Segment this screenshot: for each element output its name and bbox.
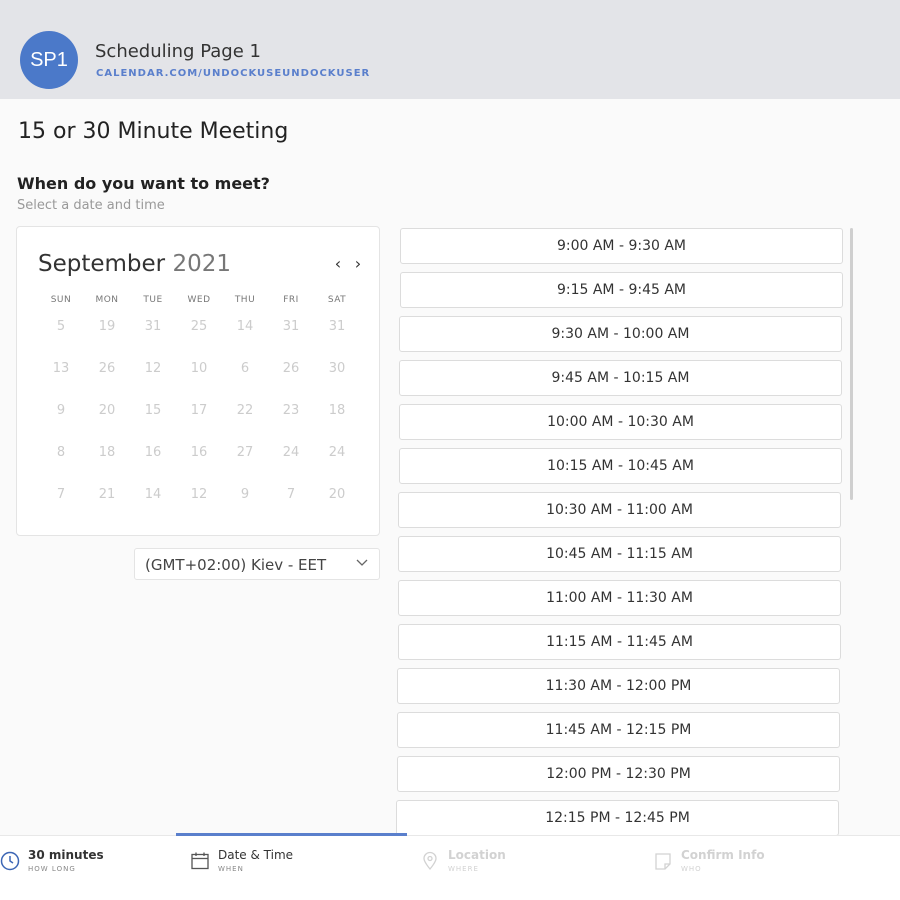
time-slot-button[interactable]: 11:30 AM - 12:00 PM xyxy=(397,668,840,704)
calendar-day: 6 xyxy=(240,361,250,376)
calendar-year: 2021 xyxy=(172,251,231,277)
calendar-day: 26 xyxy=(282,361,300,376)
weekday-label: SUN xyxy=(50,295,72,305)
calendar-day: 9 xyxy=(56,403,66,418)
calendar-day: 7 xyxy=(56,487,66,502)
calendar-day: 16 xyxy=(144,445,162,460)
when-instruction: Select a date and time xyxy=(17,198,165,213)
timezone-select[interactable]: (GMT+02:00) Kiev - EET xyxy=(134,548,380,580)
scheduling-page-url[interactable]: CALENDAR.COM/UNDOCKUSEUNDOCKUSER xyxy=(96,68,370,79)
avatar[interactable]: SP1 xyxy=(20,31,78,89)
weekday-label: WED xyxy=(187,295,211,305)
note-icon xyxy=(655,853,671,870)
time-slot-button[interactable]: 10:15 AM - 10:45 AM xyxy=(399,448,842,484)
step-label: Confirm Info xyxy=(681,848,765,862)
calendar-day: 20 xyxy=(98,403,116,418)
time-slot-button[interactable]: 12:00 PM - 12:30 PM xyxy=(397,756,840,792)
time-slot-button[interactable]: 10:45 AM - 11:15 AM xyxy=(398,536,841,572)
time-slot-button[interactable]: 9:00 AM - 9:30 AM xyxy=(400,228,843,264)
time-slot-button[interactable]: 9:15 AM - 9:45 AM xyxy=(400,272,843,308)
location-pin-icon xyxy=(423,851,437,870)
calendar-weekday-header: SUN MON TUE WED THU FRI SAT xyxy=(38,295,360,305)
time-slot-button[interactable]: 9:30 AM - 10:00 AM xyxy=(399,316,842,352)
chevron-right-icon[interactable]: › xyxy=(350,254,366,273)
calendar-day: 21 xyxy=(98,487,116,502)
calendar-month: September xyxy=(38,251,166,277)
calendar-day: 15 xyxy=(144,403,162,418)
chevron-left-icon[interactable]: ‹ xyxy=(330,254,346,273)
time-slot-button[interactable]: 11:00 AM - 11:30 AM xyxy=(398,580,841,616)
calendar-day: 22 xyxy=(236,403,254,418)
step-progress-bar: 30 minutes HOW LONG Date & Time WHEN Loc… xyxy=(0,833,900,900)
step-sublabel: WHEN xyxy=(218,865,244,873)
calendar-day: 24 xyxy=(282,445,300,460)
weekday-label: SAT xyxy=(327,295,347,305)
calendar-day: 17 xyxy=(190,403,208,418)
meeting-title: 15 or 30 Minute Meeting xyxy=(18,119,289,144)
clock-icon xyxy=(0,851,20,871)
time-slot-button[interactable]: 12:15 PM - 12:45 PM xyxy=(396,800,839,836)
calendar-day: 12 xyxy=(144,361,162,376)
calendar-icon xyxy=(191,852,209,870)
calendar-day: 31 xyxy=(144,319,162,334)
when-heading: When do you want to meet? xyxy=(17,174,270,193)
step-location[interactable]: Location WHERE xyxy=(420,848,506,873)
calendar-day: 18 xyxy=(328,403,346,418)
calendar-day: 18 xyxy=(98,445,116,460)
calendar: September 2021 ‹ › SUN MON TUE WED THU F… xyxy=(16,226,380,536)
weekday-label: THU xyxy=(234,295,256,305)
time-slot-button[interactable]: 11:45 AM - 12:15 PM xyxy=(397,712,840,748)
step-duration[interactable]: 30 minutes HOW LONG xyxy=(0,848,104,873)
calendar-day: 31 xyxy=(328,319,346,334)
time-slot-scrollbar[interactable] xyxy=(850,228,853,500)
step-confirm-info[interactable]: Confirm Info WHO xyxy=(653,848,765,873)
time-slot-button[interactable]: 9:45 AM - 10:15 AM xyxy=(399,360,842,396)
weekday-label: MON xyxy=(95,295,119,305)
calendar-day: 30 xyxy=(328,361,346,376)
calendar-day: 31 xyxy=(282,319,300,334)
weekday-label: TUE xyxy=(143,295,163,305)
calendar-day: 8 xyxy=(56,445,66,460)
step-sublabel: HOW LONG xyxy=(28,865,76,873)
calendar-day: 25 xyxy=(190,319,208,334)
calendar-day: 14 xyxy=(236,319,254,334)
calendar-day: 13 xyxy=(52,361,70,376)
calendar-day: 7 xyxy=(286,487,296,502)
step-label: Date & Time xyxy=(218,848,294,862)
calendar-day: 20 xyxy=(328,487,346,502)
timezone-value: (GMT+02:00) Kiev - EET xyxy=(145,556,327,574)
time-slot-button[interactable]: 10:00 AM - 10:30 AM xyxy=(399,404,842,440)
calendar-month-year: September 2021 xyxy=(38,251,231,277)
page-header: SP1 Scheduling Page 1 CALENDAR.COM/UNDOC… xyxy=(0,0,900,99)
step-sublabel: WHO xyxy=(681,865,702,873)
calendar-day: 26 xyxy=(98,361,116,376)
calendar-day: 27 xyxy=(236,445,254,460)
chevron-down-icon xyxy=(355,555,369,573)
calendar-day: 16 xyxy=(190,445,208,460)
calendar-day-grid: 5 19 31 25 14 31 31 13 26 12 10 6 26 30 9 20 15 17 22 23 18 8… xyxy=(38,319,360,529)
calendar-day: 12 xyxy=(190,487,208,502)
step-label: 30 minutes xyxy=(28,848,104,862)
weekday-label: FRI xyxy=(283,295,299,305)
time-slot-button[interactable]: 10:30 AM - 11:00 AM xyxy=(398,492,841,528)
active-step-indicator xyxy=(176,833,407,836)
scheduling-page-name: Scheduling Page 1 xyxy=(95,41,261,62)
calendar-day: 19 xyxy=(98,319,116,334)
time-slot-button[interactable]: 11:15 AM - 11:45 AM xyxy=(398,624,841,660)
step-sublabel: WHERE xyxy=(448,865,479,873)
calendar-day: 9 xyxy=(240,487,250,502)
calendar-day: 10 xyxy=(190,361,208,376)
step-date-time[interactable]: Date & Time WHEN xyxy=(190,848,293,873)
calendar-day: 14 xyxy=(144,487,162,502)
calendar-day: 23 xyxy=(282,403,300,418)
calendar-day: 5 xyxy=(56,319,66,334)
calendar-day: 24 xyxy=(328,445,346,460)
step-label: Location xyxy=(448,848,506,862)
